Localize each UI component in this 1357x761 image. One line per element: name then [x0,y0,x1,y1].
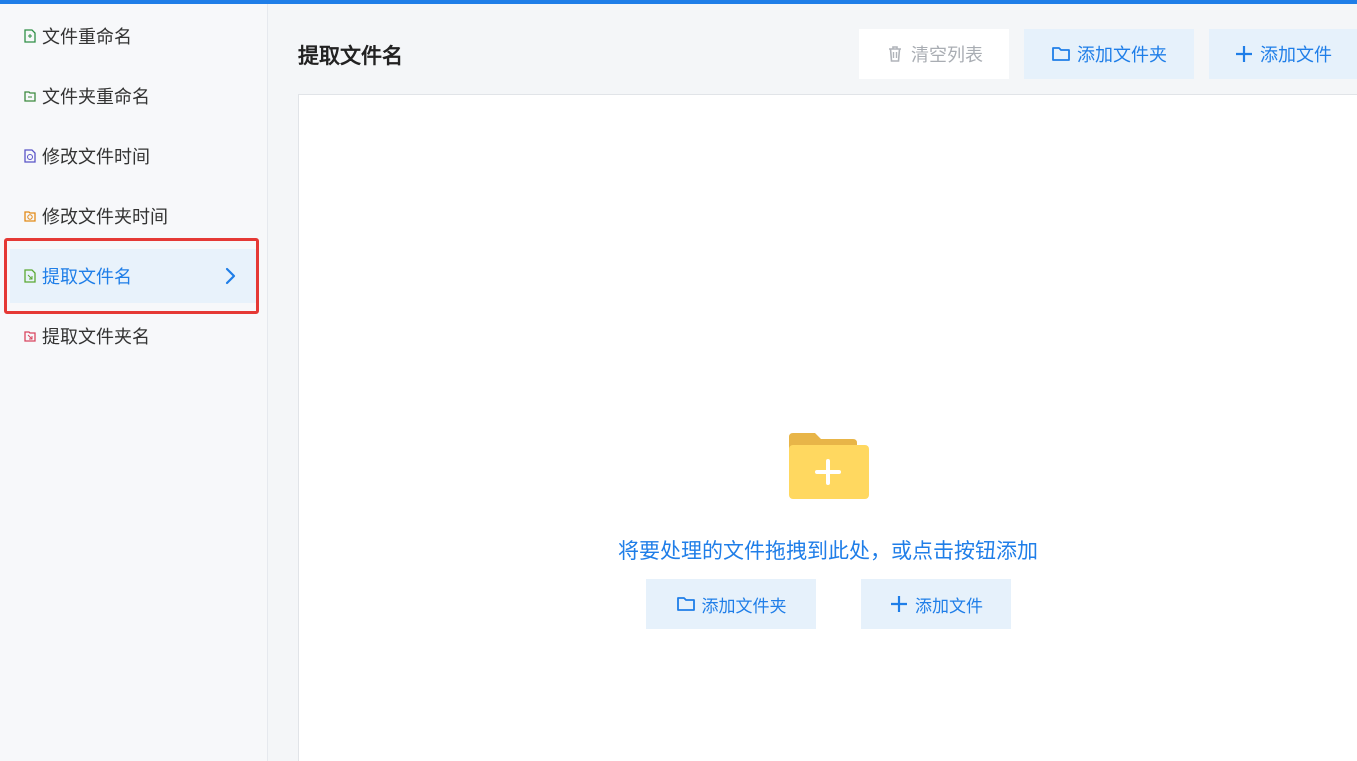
file-drop-area[interactable]: 将要处理的文件拖拽到此处，或点击按钮添加 添加文件夹 添加文件 [298,94,1357,761]
chevron-right-icon [225,267,236,285]
folder-time-icon [24,211,36,222]
add-file-label: 添加文件 [1260,45,1332,66]
drop-hint-text: 将要处理的文件拖拽到此处，或点击按钮添加 [618,539,1038,563]
add-folder-illustration-icon [789,433,869,499]
clear-list-button[interactable]: 清空列表 [859,29,1009,79]
folder-icon [676,597,695,611]
sidebar-item-label: 文件夹重命名 [42,87,150,108]
drop-area-add-file-button[interactable]: 添加文件 [861,579,1011,629]
sidebar-item-file-rename[interactable]: 文件重命名 [10,9,257,63]
folder-rename-icon [24,91,36,102]
clear-list-label: 清空列表 [911,45,983,66]
sidebar-item-file-time[interactable]: 修改文件时间 [10,129,257,183]
sidebar-item-label: 提取文件名 [42,267,132,288]
drop-area-add-folder-button[interactable]: 添加文件夹 [646,579,816,629]
extract-foldername-icon [24,331,36,342]
sidebar-item-folder-rename[interactable]: 文件夹重命名 [10,69,257,123]
sidebar-item-folder-time[interactable]: 修改文件夹时间 [10,189,257,243]
sidebar-item-extract-filename[interactable]: 提取文件名 [10,249,257,303]
add-folder-label: 添加文件夹 [701,596,787,617]
sidebar: 文件重命名 文件夹重命名 修改文件时间 修改文件夹时间 提取文件名 提取文件夹名 [0,4,268,761]
page-title: 提取文件名 [298,44,403,68]
trash-icon [889,46,901,62]
extract-filename-icon [24,269,36,283]
toolbar-add-folder-button[interactable]: 添加文件夹 [1024,29,1194,79]
plus-icon [891,596,907,612]
main-panel: 提取文件名 清空列表 添加文件夹 添加文件 将要处理的文件拖拽到此处，或点击按钮… [268,4,1357,761]
plus-icon [1236,46,1252,62]
toolbar-add-file-button[interactable]: 添加文件 [1209,29,1357,79]
add-file-label: 添加文件 [915,596,983,617]
sidebar-item-label: 文件重命名 [42,27,132,48]
sidebar-item-label: 提取文件夹名 [42,327,150,348]
folder-icon [1052,47,1070,61]
sidebar-item-extract-foldername[interactable]: 提取文件夹名 [10,309,257,363]
sidebar-item-label: 修改文件时间 [42,147,150,168]
sidebar-item-label: 修改文件夹时间 [42,207,168,228]
add-folder-label: 添加文件夹 [1077,45,1167,66]
file-time-icon [24,149,36,163]
file-rename-icon [24,29,36,43]
app-window: 文件重命名 文件夹重命名 修改文件时间 修改文件夹时间 提取文件名 提取文件夹名… [0,0,1357,761]
